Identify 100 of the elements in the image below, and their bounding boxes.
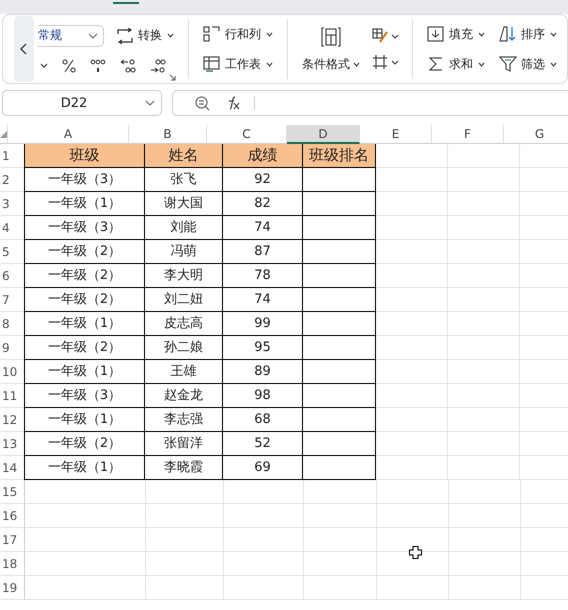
select-all-corner[interactable] <box>0 125 8 144</box>
column-header[interactable]: F <box>432 125 504 144</box>
caret-icon <box>353 62 360 66</box>
table-cell: 李志强 <box>145 408 223 432</box>
empty-cell <box>448 288 520 312</box>
conditional-format-button[interactable]: 条件格式 <box>300 26 362 72</box>
table-cell: 孙二娘 <box>145 336 223 360</box>
row-header[interactable]: 2 <box>0 168 25 192</box>
worksheet-button[interactable]: 工作表 <box>201 54 275 74</box>
column-header[interactable]: D <box>287 125 360 144</box>
thousands-separator-icon[interactable] <box>90 58 106 72</box>
empty-cell <box>376 336 448 360</box>
table-cell: 一年级（1） <box>24 192 145 216</box>
row-header[interactable]: 9 <box>0 336 25 360</box>
table-cell: 刘能 <box>145 216 223 240</box>
caret-icon <box>266 62 273 66</box>
caret-icon[interactable] <box>40 63 48 68</box>
name-box[interactable]: D22 <box>2 90 162 116</box>
empty-cell <box>448 168 520 192</box>
format-painter-icon[interactable] <box>372 28 400 44</box>
empty-cell <box>448 312 520 336</box>
rows-columns-icon <box>203 26 221 42</box>
empty-cell <box>448 384 520 408</box>
empty-cell <box>448 432 520 456</box>
table-cell: 69 <box>223 456 303 480</box>
empty-cell <box>448 240 520 264</box>
empty-cell <box>449 528 521 552</box>
row-header[interactable]: 14 <box>0 456 25 480</box>
borders-icon[interactable] <box>372 54 400 70</box>
increase-decimal-icon[interactable] <box>150 58 166 74</box>
table-cell: 82 <box>223 192 303 216</box>
empty-cell <box>376 456 448 480</box>
number-format-dropdown[interactable]: 常规 <box>38 24 104 46</box>
table-cell: 谢大国 <box>145 192 223 216</box>
table-cell: 一年级（3） <box>24 216 145 240</box>
row-header[interactable]: 19 <box>0 576 25 600</box>
empty-cell <box>448 408 520 432</box>
empty-cell <box>449 480 521 504</box>
empty-cell <box>449 552 521 576</box>
table-cell: 一年级（1） <box>24 456 145 480</box>
table-cell: 92 <box>223 168 303 192</box>
sum-button[interactable]: 求和 <box>425 54 487 74</box>
row-header[interactable]: 16 <box>0 504 25 528</box>
fill-down-icon <box>427 26 445 42</box>
worksheet-icon <box>203 56 221 72</box>
row-header[interactable]: 6 <box>0 264 25 288</box>
percent-icon[interactable] <box>62 58 76 72</box>
table-cell: 一年级（1） <box>24 312 145 336</box>
zoom-icon[interactable] <box>195 96 210 110</box>
row-header[interactable]: 18 <box>0 552 25 576</box>
caret-icon <box>550 32 557 36</box>
decrease-decimal-icon[interactable] <box>120 58 136 74</box>
empty-cell <box>376 168 448 192</box>
table-cell: 一年级（2） <box>24 336 145 360</box>
row-header[interactable]: 7 <box>0 288 25 312</box>
formula-field[interactable] <box>172 90 568 116</box>
cell-cursor-icon <box>409 546 422 559</box>
row-header[interactable]: 5 <box>0 240 25 264</box>
row-header[interactable]: 12 <box>0 408 25 432</box>
empty-cell <box>376 216 448 240</box>
header-cell: 班级排名 <box>303 144 376 168</box>
filter-button[interactable]: 筛选 <box>497 54 559 74</box>
row-header[interactable]: 11 <box>0 384 25 408</box>
column-header[interactable]: G <box>504 125 568 144</box>
row-header[interactable]: 8 <box>0 312 25 336</box>
chevron-left-icon <box>20 42 28 56</box>
table-cell: 一年级（2） <box>24 264 145 288</box>
empty-cell <box>377 576 449 600</box>
row-header[interactable]: 3 <box>0 192 25 216</box>
header-cell: 班级 <box>24 144 145 168</box>
caret-icon <box>88 32 98 38</box>
fill-button[interactable]: 填充 <box>425 24 487 44</box>
empty-cell <box>376 432 448 456</box>
empty-cell <box>376 384 448 408</box>
row-header[interactable]: 13 <box>0 432 25 456</box>
empty-cell <box>449 576 521 600</box>
row-header[interactable]: 4 <box>0 216 25 240</box>
rows-columns-button[interactable]: 行和列 <box>201 24 275 44</box>
empty-cell <box>376 360 448 384</box>
dialog-launcher-icon[interactable] <box>169 74 176 81</box>
row-header[interactable]: 10 <box>0 360 25 384</box>
triangle-icon <box>0 131 7 138</box>
empty-cell <box>448 360 520 384</box>
sort-button[interactable]: 排序 <box>497 24 559 44</box>
row-header[interactable]: 17 <box>0 528 25 552</box>
sort-icon <box>499 26 517 42</box>
table-cell: 87 <box>223 240 303 264</box>
caret-icon <box>478 32 485 36</box>
empty-cell <box>448 336 520 360</box>
caret-icon <box>550 62 557 66</box>
empty-cell <box>376 312 448 336</box>
empty-cell <box>376 192 448 216</box>
row-header[interactable]: 15 <box>0 480 25 504</box>
empty-cell <box>448 264 520 288</box>
table-cell: 一年级（1） <box>24 408 145 432</box>
convert-button[interactable]: 转换 <box>114 25 176 46</box>
table-cell: 李大明 <box>145 264 223 288</box>
table-cell: 74 <box>223 288 303 312</box>
header-cell: 姓名 <box>145 144 223 168</box>
table-cell: 一年级（3） <box>24 384 145 408</box>
